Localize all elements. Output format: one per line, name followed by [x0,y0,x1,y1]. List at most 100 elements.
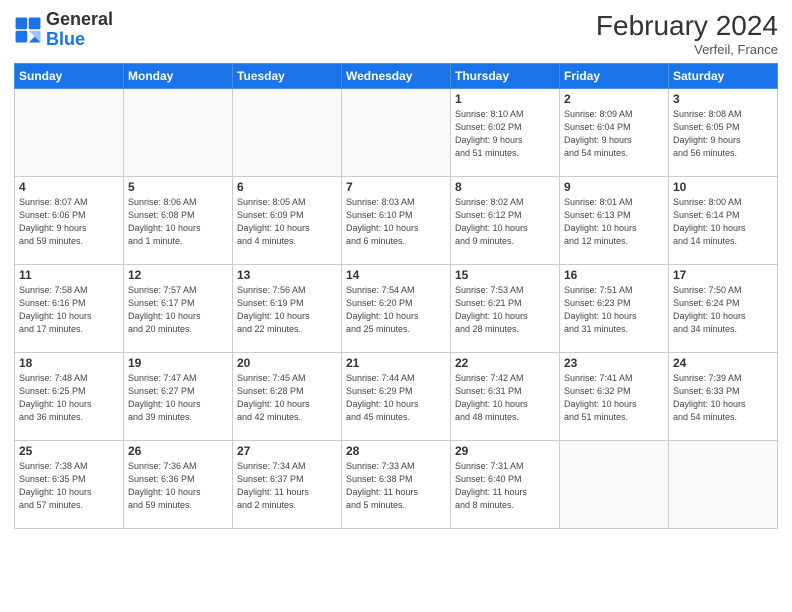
logo-text: GeneralBlue [46,10,113,50]
calendar-cell: 1 Sunrise: 8:10 AM Sunset: 6:02 PM Daylig… [451,89,560,177]
calendar-cell: 29 Sunrise: 7:31 AM Sunset: 6:40 PM Dayli… [451,441,560,529]
day-info: Sunrise: 7:41 AM Sunset: 6:32 PM Dayligh… [564,372,664,424]
weekday-header: Tuesday [233,64,342,89]
day-number: 21 [346,356,446,370]
calendar-cell: 16 Sunrise: 7:51 AM Sunset: 6:23 PM Dayli… [560,265,669,353]
day-number: 14 [346,268,446,282]
calendar-cell: 20 Sunrise: 7:45 AM Sunset: 6:28 PM Dayli… [233,353,342,441]
calendar-cell: 21 Sunrise: 7:44 AM Sunset: 6:29 PM Dayli… [342,353,451,441]
calendar-cell [669,441,778,529]
weekday-header: Saturday [669,64,778,89]
calendar-cell: 6 Sunrise: 8:05 AM Sunset: 6:09 PM Daylig… [233,177,342,265]
month-title: February 2024 [596,10,778,42]
calendar-cell: 15 Sunrise: 7:53 AM Sunset: 6:21 PM Dayli… [451,265,560,353]
weekday-header: Sunday [15,64,124,89]
calendar-cell: 12 Sunrise: 7:57 AM Sunset: 6:17 PM Dayli… [124,265,233,353]
day-number: 19 [128,356,228,370]
calendar-cell: 8 Sunrise: 8:02 AM Sunset: 6:12 PM Daylig… [451,177,560,265]
calendar-cell: 14 Sunrise: 7:54 AM Sunset: 6:20 PM Dayli… [342,265,451,353]
calendar-cell: 4 Sunrise: 8:07 AM Sunset: 6:06 PM Daylig… [15,177,124,265]
day-info: Sunrise: 7:51 AM Sunset: 6:23 PM Dayligh… [564,284,664,336]
calendar-cell: 18 Sunrise: 7:48 AM Sunset: 6:25 PM Dayli… [15,353,124,441]
day-info: Sunrise: 7:44 AM Sunset: 6:29 PM Dayligh… [346,372,446,424]
day-info: Sunrise: 8:10 AM Sunset: 6:02 PM Dayligh… [455,108,555,160]
day-info: Sunrise: 7:33 AM Sunset: 6:38 PM Dayligh… [346,460,446,512]
day-info: Sunrise: 8:05 AM Sunset: 6:09 PM Dayligh… [237,196,337,248]
day-number: 29 [455,444,555,458]
day-number: 17 [673,268,773,282]
day-number: 22 [455,356,555,370]
calendar-cell: 17 Sunrise: 7:50 AM Sunset: 6:24 PM Dayli… [669,265,778,353]
day-info: Sunrise: 7:38 AM Sunset: 6:35 PM Dayligh… [19,460,119,512]
day-info: Sunrise: 8:02 AM Sunset: 6:12 PM Dayligh… [455,196,555,248]
day-number: 16 [564,268,664,282]
day-number: 10 [673,180,773,194]
calendar-cell [124,89,233,177]
day-info: Sunrise: 7:34 AM Sunset: 6:37 PM Dayligh… [237,460,337,512]
day-number: 27 [237,444,337,458]
day-number: 28 [346,444,446,458]
calendar-cell [15,89,124,177]
day-number: 3 [673,92,773,106]
day-number: 7 [346,180,446,194]
calendar-cell: 7 Sunrise: 8:03 AM Sunset: 6:10 PM Daylig… [342,177,451,265]
day-info: Sunrise: 7:48 AM Sunset: 6:25 PM Dayligh… [19,372,119,424]
calendar-cell: 24 Sunrise: 7:39 AM Sunset: 6:33 PM Dayli… [669,353,778,441]
title-block: February 2024 Verfeil, France [596,10,778,57]
calendar-cell: 23Sunrise: 7:41 AM Sunset: 6:32 PM Dayli… [560,353,669,441]
day-number: 25 [19,444,119,458]
day-number: 26 [128,444,228,458]
day-number: 1 [455,92,555,106]
day-info: Sunrise: 7:31 AM Sunset: 6:40 PM Dayligh… [455,460,555,512]
day-number: 4 [19,180,119,194]
weekday-header: Thursday [451,64,560,89]
day-info: Sunrise: 7:53 AM Sunset: 6:21 PM Dayligh… [455,284,555,336]
calendar-cell [342,89,451,177]
calendar-cell: 22 Sunrise: 7:42 AM Sunset: 6:31 PM Dayli… [451,353,560,441]
calendar-cell: 2Sunrise: 8:09 AM Sunset: 6:04 PM Daylig… [560,89,669,177]
logo-icon [14,16,42,44]
day-info: Sunrise: 8:08 AM Sunset: 6:05 PM Dayligh… [673,108,773,160]
weekday-header: Monday [124,64,233,89]
calendar-cell: 26 Sunrise: 7:36 AM Sunset: 6:36 PM Dayli… [124,441,233,529]
day-info: Sunrise: 7:42 AM Sunset: 6:31 PM Dayligh… [455,372,555,424]
day-number: 20 [237,356,337,370]
calendar-cell: 19 Sunrise: 7:47 AM Sunset: 6:27 PM Dayli… [124,353,233,441]
calendar-cell: 9Sunrise: 8:01 AM Sunset: 6:13 PM Daylig… [560,177,669,265]
day-info: Sunrise: 7:39 AM Sunset: 6:33 PM Dayligh… [673,372,773,424]
day-number: 5 [128,180,228,194]
day-number: 6 [237,180,337,194]
calendar-cell: 10 Sunrise: 8:00 AM Sunset: 6:14 PM Dayli… [669,177,778,265]
day-info: Sunrise: 8:01 AM Sunset: 6:13 PM Dayligh… [564,196,664,248]
calendar-cell: 28 Sunrise: 7:33 AM Sunset: 6:38 PM Dayli… [342,441,451,529]
day-number: 18 [19,356,119,370]
calendar-cell: 13 Sunrise: 7:56 AM Sunset: 6:19 PM Dayli… [233,265,342,353]
logo: GeneralBlue [14,10,113,50]
header: GeneralBlue February 2024 Verfeil, Franc… [14,10,778,57]
day-number: 13 [237,268,337,282]
day-number: 15 [455,268,555,282]
day-number: 12 [128,268,228,282]
weekday-header: Friday [560,64,669,89]
day-info: Sunrise: 7:47 AM Sunset: 6:27 PM Dayligh… [128,372,228,424]
calendar-cell: 11Sunrise: 7:58 AM Sunset: 6:16 PM Dayli… [15,265,124,353]
day-info: Sunrise: 7:58 AM Sunset: 6:16 PM Dayligh… [19,284,119,336]
day-info: Sunrise: 8:07 AM Sunset: 6:06 PM Dayligh… [19,196,119,248]
day-info: Sunrise: 7:57 AM Sunset: 6:17 PM Dayligh… [128,284,228,336]
day-info: Sunrise: 7:36 AM Sunset: 6:36 PM Dayligh… [128,460,228,512]
day-info: Sunrise: 7:56 AM Sunset: 6:19 PM Dayligh… [237,284,337,336]
calendar-cell: 27 Sunrise: 7:34 AM Sunset: 6:37 PM Dayli… [233,441,342,529]
day-info: Sunrise: 7:54 AM Sunset: 6:20 PM Dayligh… [346,284,446,336]
calendar-cell [560,441,669,529]
calendar: SundayMondayTuesdayWednesdayThursdayFrid… [14,63,778,529]
calendar-cell: 25 Sunrise: 7:38 AM Sunset: 6:35 PM Dayli… [15,441,124,529]
day-info: Sunrise: 7:50 AM Sunset: 6:24 PM Dayligh… [673,284,773,336]
day-info: Sunrise: 7:45 AM Sunset: 6:28 PM Dayligh… [237,372,337,424]
day-number: 2 [564,92,664,106]
day-info: Sunrise: 8:00 AM Sunset: 6:14 PM Dayligh… [673,196,773,248]
day-number: 8 [455,180,555,194]
day-info: Sunrise: 8:06 AM Sunset: 6:08 PM Dayligh… [128,196,228,248]
weekday-header: Wednesday [342,64,451,89]
day-info: Sunrise: 8:03 AM Sunset: 6:10 PM Dayligh… [346,196,446,248]
day-number: 24 [673,356,773,370]
